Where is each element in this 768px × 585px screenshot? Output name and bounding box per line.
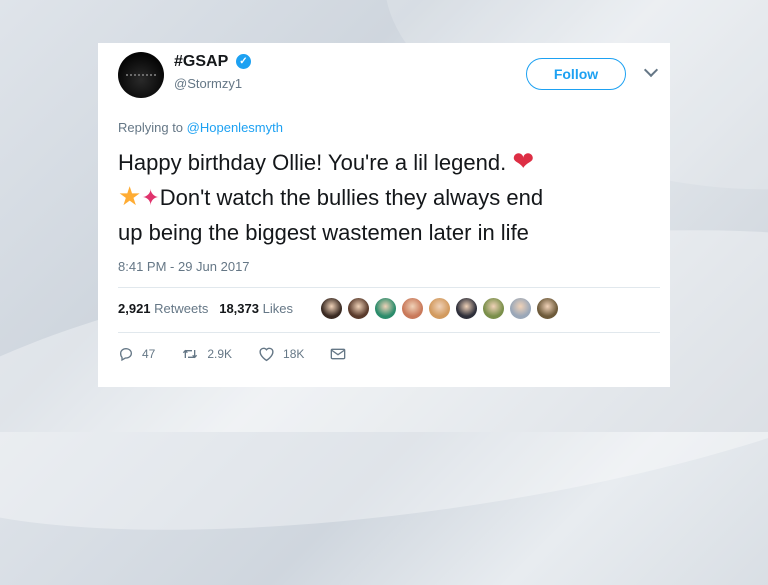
like-count: 18K bbox=[283, 347, 305, 361]
retweets-label[interactable]: Retweets bbox=[154, 301, 208, 316]
replying-prefix: Replying to bbox=[118, 120, 184, 135]
liker-avatar[interactable] bbox=[347, 297, 370, 320]
replying-mention-link[interactable]: @Hopenlesmyth bbox=[187, 120, 283, 135]
engagement-stats: 2,921 Retweets 18,373 Likes bbox=[118, 301, 293, 316]
liker-avatar[interactable] bbox=[401, 297, 424, 320]
tweet-card: #GSAP ✓ @Stormzy1 Follow Replying to @Ho… bbox=[98, 43, 670, 387]
liker-avatar[interactable] bbox=[509, 297, 532, 320]
liker-avatar[interactable] bbox=[374, 297, 397, 320]
reply-button[interactable]: 47 bbox=[118, 346, 155, 362]
divider-top bbox=[118, 287, 660, 288]
display-name[interactable]: #GSAP bbox=[174, 53, 228, 71]
envelope-icon bbox=[331, 348, 346, 360]
reply-icon bbox=[119, 347, 133, 362]
heart-emoji-icon: ❤ bbox=[512, 147, 535, 177]
liker-avatar[interactable] bbox=[536, 297, 559, 320]
retweets-count[interactable]: 2,921 bbox=[118, 301, 151, 316]
retweet-icon bbox=[183, 349, 198, 359]
liker-avatar[interactable] bbox=[428, 297, 451, 320]
like-button[interactable]: 18K bbox=[258, 346, 304, 362]
liker-avatar[interactable] bbox=[482, 297, 505, 320]
star-emoji-icon: ★ bbox=[118, 182, 142, 212]
follow-button[interactable]: Follow bbox=[526, 58, 626, 90]
timestamp[interactable]: 8:41 PM - 29 Jun 2017 bbox=[118, 259, 250, 274]
likes-count[interactable]: 18,373 bbox=[219, 301, 259, 316]
retweet-button[interactable]: 2.9K bbox=[181, 346, 232, 362]
liker-avatar[interactable] bbox=[320, 297, 343, 320]
replying-to: Replying to @Hopenlesmyth bbox=[118, 120, 283, 135]
chevron-down-icon[interactable] bbox=[643, 62, 659, 78]
likes-label[interactable]: Likes bbox=[263, 301, 293, 316]
tweet-text: Happy birthday Ollie! You're a lil legen… bbox=[118, 145, 663, 250]
tweet-text-line-2-text: Don't watch the bullies they always end bbox=[159, 185, 544, 210]
divider-bottom bbox=[118, 332, 660, 333]
heart-icon bbox=[259, 347, 274, 362]
user-handle[interactable]: @Stormzy1 bbox=[174, 76, 242, 91]
tweet-text-line-2: ★✦Don't watch the bullies they always en… bbox=[118, 180, 663, 216]
reply-count: 47 bbox=[142, 347, 156, 361]
tweet-actions: 47 2.9K 18K bbox=[118, 346, 380, 362]
party-popper-emoji-icon: ✦ bbox=[141, 186, 160, 211]
avatar[interactable] bbox=[118, 52, 164, 98]
liker-avatars bbox=[320, 297, 559, 321]
retweet-count: 2.9K bbox=[207, 347, 233, 361]
direct-message-button[interactable] bbox=[330, 347, 354, 361]
tweet-text-line-1: Happy birthday Ollie! You're a lil legen… bbox=[118, 145, 663, 180]
avatar-skyline bbox=[126, 74, 156, 82]
tweet-text-line-1-text: Happy birthday Ollie! You're a lil legen… bbox=[118, 150, 507, 175]
tweet-text-line-3: up being the biggest wastemen later in l… bbox=[118, 220, 529, 245]
verified-badge-icon: ✓ bbox=[236, 54, 251, 69]
liker-avatar[interactable] bbox=[455, 297, 478, 320]
